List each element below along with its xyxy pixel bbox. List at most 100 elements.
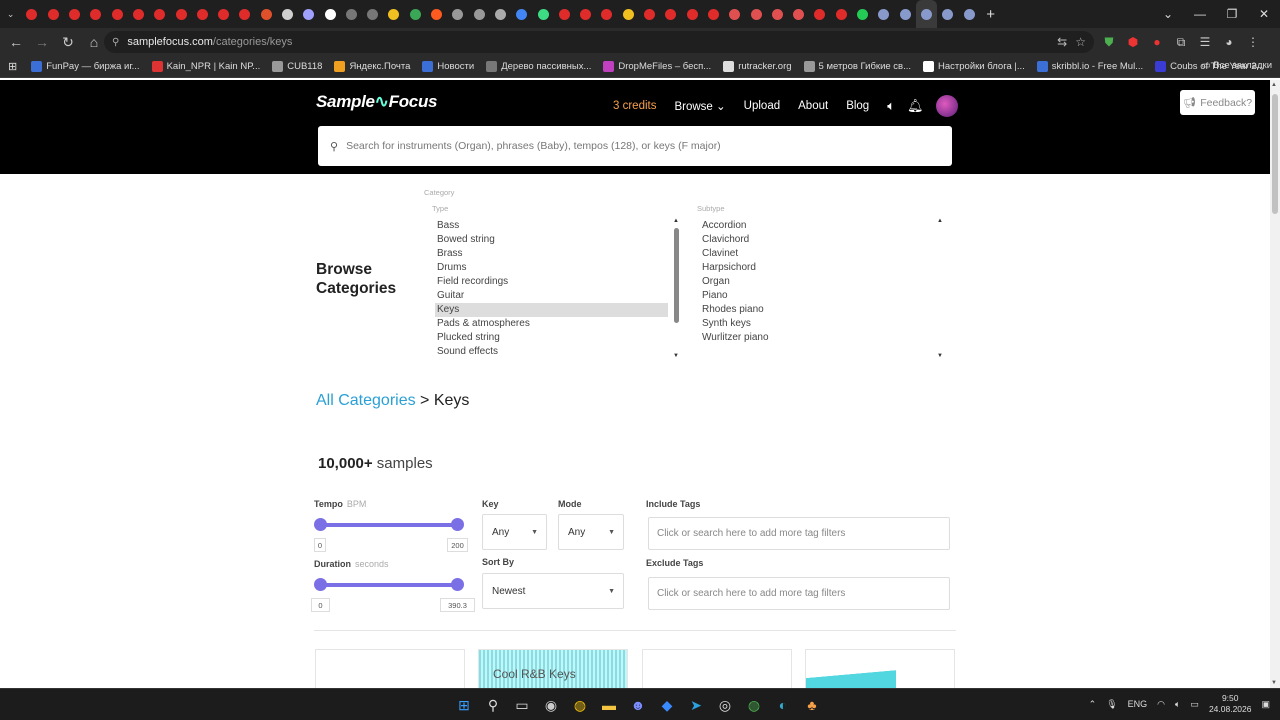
scroll-up-icon[interactable]: ▲: [1271, 82, 1277, 88]
shield-extension-icon[interactable]: ⛊: [1100, 31, 1118, 53]
samplefocus-logo[interactable]: Sample∿Focus: [316, 92, 437, 112]
browser-tab[interactable]: [788, 0, 809, 28]
type-option[interactable]: Bass: [435, 219, 668, 233]
chrome-icon[interactable]: ◍: [568, 693, 592, 717]
type-option[interactable]: Bowed string: [435, 233, 668, 247]
maximize-button[interactable]: ❐: [1216, 0, 1248, 28]
browser-tab[interactable]: [767, 0, 788, 28]
browser-tab[interactable]: [682, 0, 703, 28]
browser-menu-icon[interactable]: ⋮: [1244, 31, 1262, 53]
duration-min-handle[interactable]: [314, 578, 327, 591]
duration-max-field[interactable]: 390.3: [440, 598, 475, 612]
browser-tab[interactable]: [873, 0, 894, 28]
subtype-option[interactable]: Piano: [700, 289, 940, 303]
subtype-listbox[interactable]: Accordion Clavichord Clavinet Harpsichord Or…: [700, 219, 940, 345]
tempo-max-field[interactable]: 200: [447, 538, 468, 552]
tempo-min-handle[interactable]: [314, 518, 327, 531]
battery-icon[interactable]: ▭: [1190, 699, 1199, 710]
home-button[interactable]: ⌂: [82, 30, 106, 54]
browser-tab[interactable]: [426, 0, 447, 28]
subtype-option[interactable]: Wurlitzer piano: [700, 331, 940, 345]
browser-tab[interactable]: [596, 0, 617, 28]
bookmark-item[interactable]: Яндекс.Почта: [334, 61, 410, 72]
bookmark-item[interactable]: skribbl.io - Free Mul...: [1036, 61, 1143, 72]
chrome-active-icon[interactable]: ◍: [742, 693, 766, 717]
fl-studio-icon[interactable]: ♣: [800, 693, 824, 717]
volume-icon[interactable]: 🔈︎: [1175, 699, 1180, 710]
bookmark-item[interactable]: CUB118: [272, 61, 322, 72]
close-window-button[interactable]: ✕: [1248, 0, 1280, 28]
browser-tab[interactable]: [341, 0, 362, 28]
search-input[interactable]: ⚲ Search for instruments (Organ), phrase…: [318, 126, 952, 166]
discord-icon[interactable]: ☻: [626, 693, 650, 717]
nav-upload[interactable]: Upload: [744, 100, 780, 112]
exclude-tags-input[interactable]: Click or search here to add more tag fil…: [648, 577, 950, 610]
sample-card[interactable]: Cool R&B Keys: [478, 649, 628, 689]
subtype-option[interactable]: Organ: [700, 275, 940, 289]
duration-max-handle[interactable]: [451, 578, 464, 591]
bookmark-item[interactable]: Новости: [422, 61, 474, 72]
type-option[interactable]: Field recordings: [435, 275, 668, 289]
minimize-button[interactable]: —: [1184, 0, 1216, 28]
browser-tab[interactable]: [319, 0, 340, 28]
feedback-button[interactable]: 📢︎ Feedback?: [1180, 90, 1255, 115]
site-info-icon[interactable]: ⚲: [112, 37, 119, 48]
browser-tab[interactable]: [745, 0, 766, 28]
tray-overflow-icon[interactable]: ⌃: [1089, 699, 1097, 710]
reading-list-icon[interactable]: ☰: [1196, 31, 1214, 53]
browser-tab[interactable]: [213, 0, 234, 28]
browser-tab[interactable]: [362, 0, 383, 28]
apps-icon[interactable]: ⊞: [8, 60, 17, 73]
bookmark-item[interactable]: rutracker.org: [723, 61, 792, 72]
type-option[interactable]: Pads & atmospheres: [435, 317, 668, 331]
browser-tab[interactable]: [298, 0, 319, 28]
bookmark-item[interactable]: FunPay — биржа иг...: [31, 61, 140, 72]
speaker-icon[interactable]: 🔈︎: [887, 98, 895, 114]
browser-tab[interactable]: [21, 0, 42, 28]
browser-tab[interactable]: [170, 0, 191, 28]
search-icon[interactable]: ⚲: [481, 693, 505, 717]
browser-tab[interactable]: [915, 0, 938, 28]
credits-link[interactable]: 3 credits: [613, 100, 656, 112]
browser-tab[interactable]: [639, 0, 660, 28]
tempo-slider-track[interactable]: [320, 523, 458, 527]
type-option[interactable]: Guitar: [435, 289, 668, 303]
subtype-option[interactable]: Accordion: [700, 219, 940, 233]
steam-icon[interactable]: ◉: [539, 693, 563, 717]
bookmark-item[interactable]: Настройки блога |...: [923, 61, 1025, 72]
include-tags-input[interactable]: Click or search here to add more tag fil…: [648, 517, 950, 550]
nav-about[interactable]: About: [798, 100, 828, 112]
app-icon[interactable]: ◆: [655, 693, 679, 717]
nav-blog[interactable]: Blog: [846, 100, 869, 112]
bookmark-star-icon[interactable]: ☆: [1075, 35, 1086, 49]
type-listbox[interactable]: Bass Bowed string Brass Drums Field recordin…: [435, 219, 668, 359]
tab-search-icon[interactable]: ⌄: [1152, 0, 1184, 28]
type-list-scroll-thumb[interactable]: [674, 228, 679, 323]
back-button[interactable]: ←: [4, 30, 28, 54]
browser-tab[interactable]: [447, 0, 468, 28]
microphone-icon[interactable]: 🎙︎: [1106, 699, 1117, 710]
extension-icon[interactable]: ●: [1148, 31, 1166, 53]
browser-tab[interactable]: [703, 0, 724, 28]
browser-tab[interactable]: [554, 0, 575, 28]
adblock-extension-icon[interactable]: ⬢: [1124, 31, 1142, 53]
duration-min-field[interactable]: 0: [311, 598, 330, 612]
scroll-down-icon[interactable]: ▼: [1271, 680, 1277, 686]
browser-tab[interactable]: [383, 0, 404, 28]
profile-avatar-icon[interactable]: ◕: [1220, 31, 1238, 53]
browser-tab[interactable]: [256, 0, 277, 28]
address-bar[interactable]: ⚲ samplefocus.com/categories/keys ⇆ ☆: [104, 31, 1094, 53]
page-scrollbar[interactable]: ▲ ▼: [1270, 80, 1280, 688]
wifi-icon[interactable]: ◠: [1157, 699, 1165, 710]
avatar[interactable]: [935, 95, 958, 117]
browser-tab[interactable]: [405, 0, 426, 28]
type-scroll-up-icon[interactable]: ▲: [673, 218, 679, 224]
browser-tab[interactable]: [85, 0, 106, 28]
type-option[interactable]: Plucked string: [435, 331, 668, 345]
sample-card[interactable]: [315, 649, 465, 689]
browser-tab[interactable]: [469, 0, 490, 28]
browser-tab[interactable]: [575, 0, 596, 28]
nav-browse[interactable]: Browse ⌄: [674, 99, 725, 113]
extensions-puzzle-icon[interactable]: ⧉: [1172, 31, 1190, 53]
breadcrumb-all-categories[interactable]: All Categories: [316, 392, 416, 409]
